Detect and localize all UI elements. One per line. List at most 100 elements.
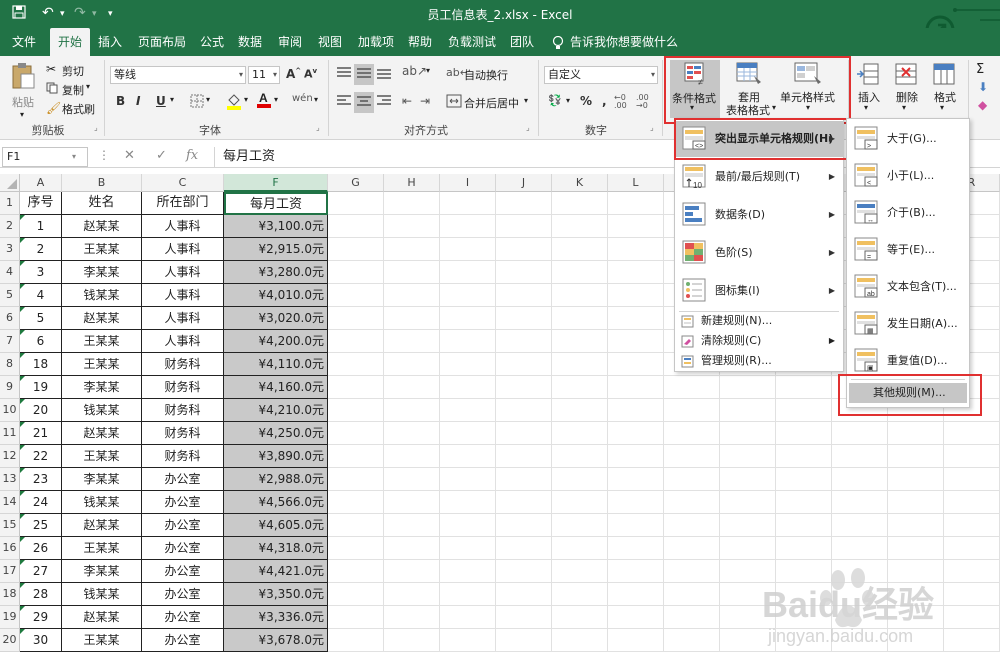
empty-cell[interactable] — [552, 215, 608, 238]
table-cell[interactable]: 办公室 — [142, 629, 224, 652]
empty-cell[interactable] — [832, 422, 888, 445]
row-header[interactable]: 15 — [0, 514, 20, 537]
empty-cell[interactable] — [944, 445, 1000, 468]
empty-cell[interactable] — [384, 192, 440, 215]
table-cell[interactable]: 赵某某 — [62, 215, 142, 238]
paste-dropdown-icon[interactable]: ▾ — [20, 110, 24, 119]
empty-cell[interactable] — [496, 215, 552, 238]
increase-indent-icon[interactable]: ⇥ — [420, 94, 430, 108]
number-format-select[interactable]: 自定义 ▾ — [544, 66, 658, 84]
empty-cell[interactable] — [328, 468, 384, 491]
table-cell[interactable]: ¥4,318.0元 — [224, 537, 328, 560]
empty-cell[interactable] — [496, 261, 552, 284]
empty-cell[interactable] — [608, 192, 664, 215]
empty-cell[interactable] — [832, 514, 888, 537]
empty-cell[interactable] — [888, 537, 944, 560]
empty-cell[interactable] — [664, 537, 720, 560]
empty-cell[interactable] — [776, 376, 832, 399]
border-dropdown-icon[interactable]: ▾ — [206, 95, 210, 104]
empty-cell[interactable] — [720, 514, 776, 537]
empty-cell[interactable] — [888, 445, 944, 468]
submenu-item[interactable]: ▦ 发生日期(A)... — [847, 306, 969, 342]
table-cell[interactable]: 财务科 — [142, 399, 224, 422]
empty-cell[interactable] — [328, 399, 384, 422]
align-top-icon[interactable] — [336, 66, 352, 83]
empty-cell[interactable] — [720, 491, 776, 514]
clear-icon[interactable]: ◆ — [978, 98, 987, 112]
accounting-format-icon[interactable]: 💱 — [548, 94, 562, 107]
phonetic-dropdown-icon[interactable]: ▾ — [314, 95, 318, 104]
empty-cell[interactable] — [384, 376, 440, 399]
empty-cell[interactable] — [496, 537, 552, 560]
table-cell[interactable]: 24 — [20, 491, 62, 514]
empty-cell[interactable] — [552, 376, 608, 399]
table-cell[interactable]: ¥3,678.0元 — [224, 629, 328, 652]
empty-cell[interactable] — [552, 399, 608, 422]
empty-cell[interactable] — [776, 514, 832, 537]
submenu-item[interactable]: < 小于(L)... — [847, 158, 969, 194]
empty-cell[interactable] — [384, 491, 440, 514]
menu-item-manage-rules[interactable]: 管理规则(R)... — [675, 351, 843, 371]
copy-button[interactable]: 复制 — [62, 82, 84, 98]
empty-cell[interactable] — [328, 514, 384, 537]
empty-cell[interactable] — [608, 606, 664, 629]
row-header[interactable]: 5 — [0, 284, 20, 307]
empty-cell[interactable] — [608, 468, 664, 491]
table-cell[interactable]: ¥4,210.0元 — [224, 399, 328, 422]
empty-cell[interactable] — [328, 238, 384, 261]
column-header[interactable]: G — [328, 174, 384, 192]
empty-cell[interactable] — [664, 422, 720, 445]
empty-cell[interactable] — [776, 445, 832, 468]
tab-file[interactable]: 文件 — [4, 28, 44, 56]
empty-cell[interactable] — [328, 192, 384, 215]
column-header[interactable]: B — [62, 174, 142, 192]
empty-cell[interactable] — [384, 238, 440, 261]
paste-label[interactable]: 粘贴 — [12, 94, 34, 110]
copy-icon[interactable] — [46, 82, 58, 97]
empty-cell[interactable] — [384, 353, 440, 376]
table-cell[interactable]: 李某某 — [62, 560, 142, 583]
table-cell[interactable]: 赵某某 — [62, 514, 142, 537]
copy-dropdown-icon[interactable]: ▾ — [86, 82, 90, 91]
empty-cell[interactable] — [608, 330, 664, 353]
empty-cell[interactable] — [440, 583, 496, 606]
empty-cell[interactable] — [888, 422, 944, 445]
empty-cell[interactable] — [664, 491, 720, 514]
empty-cell[interactable] — [496, 629, 552, 652]
table-cell[interactable]: 办公室 — [142, 537, 224, 560]
menu-item-icon-sets[interactable]: 图标集(I) ▶ — [675, 273, 843, 309]
empty-cell[interactable] — [664, 606, 720, 629]
empty-cell[interactable] — [384, 606, 440, 629]
empty-cell[interactable] — [440, 422, 496, 445]
table-cell[interactable]: 办公室 — [142, 606, 224, 629]
empty-cell[interactable] — [608, 284, 664, 307]
empty-cell[interactable] — [832, 491, 888, 514]
fill-color-icon[interactable] — [226, 92, 242, 113]
empty-cell[interactable] — [496, 468, 552, 491]
tab-review[interactable]: 审阅 — [270, 28, 310, 56]
cut-button[interactable]: 剪切 — [62, 63, 84, 79]
table-cell[interactable]: ¥3,890.0元 — [224, 445, 328, 468]
row-header[interactable]: 19 — [0, 606, 20, 629]
empty-cell[interactable] — [384, 422, 440, 445]
empty-cell[interactable] — [440, 491, 496, 514]
underline-dropdown-icon[interactable]: ▾ — [170, 95, 174, 104]
empty-cell[interactable] — [440, 238, 496, 261]
empty-cell[interactable] — [440, 445, 496, 468]
empty-cell[interactable] — [552, 491, 608, 514]
table-cell[interactable]: 王某某 — [62, 353, 142, 376]
row-header[interactable]: 12 — [0, 445, 20, 468]
scissors-icon[interactable]: ✂ — [46, 62, 56, 76]
empty-cell[interactable] — [944, 491, 1000, 514]
empty-cell[interactable] — [440, 192, 496, 215]
table-cell[interactable]: 23 — [20, 468, 62, 491]
empty-cell[interactable] — [888, 514, 944, 537]
empty-cell[interactable] — [608, 514, 664, 537]
format-cells-icon[interactable] — [932, 62, 956, 89]
empty-cell[interactable] — [608, 537, 664, 560]
fill-color-dropdown-icon[interactable]: ▾ — [244, 95, 248, 104]
insert-function-icon[interactable]: fx — [186, 148, 198, 163]
table-cell[interactable]: 办公室 — [142, 583, 224, 606]
row-header[interactable]: 18 — [0, 583, 20, 606]
empty-cell[interactable] — [832, 468, 888, 491]
